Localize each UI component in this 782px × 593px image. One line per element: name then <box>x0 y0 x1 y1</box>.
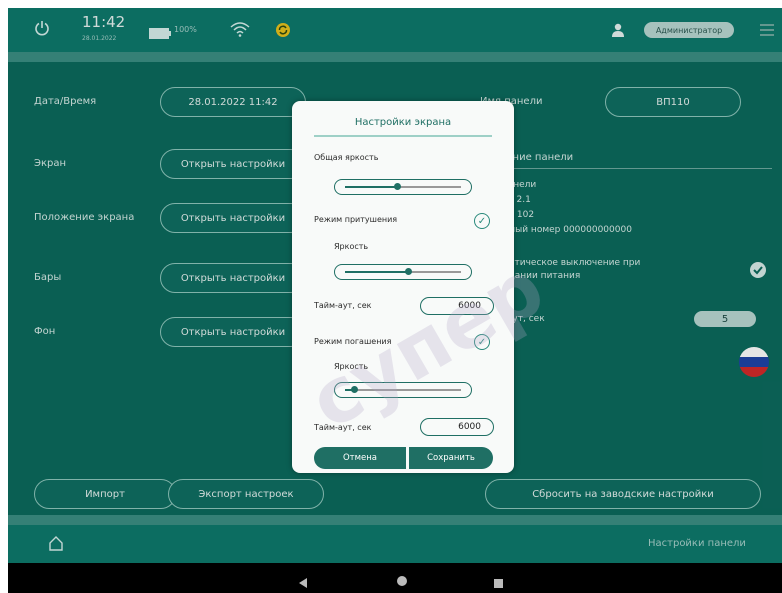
save-button[interactable]: Сохранить <box>409 447 493 469</box>
dim-mode-checkbox[interactable]: ✓ <box>474 213 490 229</box>
recents-square-icon[interactable] <box>494 573 503 592</box>
panel-screen: 11:42 28.01.2022 100% Администратор Дата… <box>8 8 782 563</box>
dim-brightness-slider[interactable] <box>334 264 472 280</box>
dialog-title: Настройки экрана <box>354 117 452 128</box>
off-brightness-slider[interactable] <box>334 382 472 398</box>
dim-brightness-slider-knob[interactable] <box>405 268 413 275</box>
screen-settings-dialog: Настройки экрана Общая яркость Режим при… <box>292 101 514 473</box>
dim-timeout-label: Тайм-аут, сек <box>314 301 372 310</box>
back-icon[interactable] <box>298 573 308 592</box>
off-brightness-slider-knob[interactable] <box>350 386 358 393</box>
off-mode-checkbox[interactable]: ✓ <box>474 334 490 350</box>
off-brightness-label: Яркость <box>334 362 369 371</box>
dialog-title-divider <box>314 135 492 137</box>
off-timeout-input[interactable]: 6000 <box>420 418 494 436</box>
brightness-slider[interactable] <box>334 179 472 195</box>
dim-mode-label: Режим притушения <box>314 215 398 224</box>
dim-timeout-input[interactable]: 6000 <box>420 297 494 315</box>
brightness-slider-knob[interactable] <box>393 183 401 190</box>
brightness-label: Общая яркость <box>314 153 379 162</box>
off-mode-label: Режим погашения <box>314 337 392 346</box>
off-timeout-label: Тайм-аут, сек <box>314 423 372 432</box>
home-circle-icon[interactable] <box>396 572 408 591</box>
cancel-button[interactable]: Отмена <box>314 447 406 469</box>
dim-brightness-label: Яркость <box>334 242 369 251</box>
android-nav-bar <box>8 563 782 593</box>
